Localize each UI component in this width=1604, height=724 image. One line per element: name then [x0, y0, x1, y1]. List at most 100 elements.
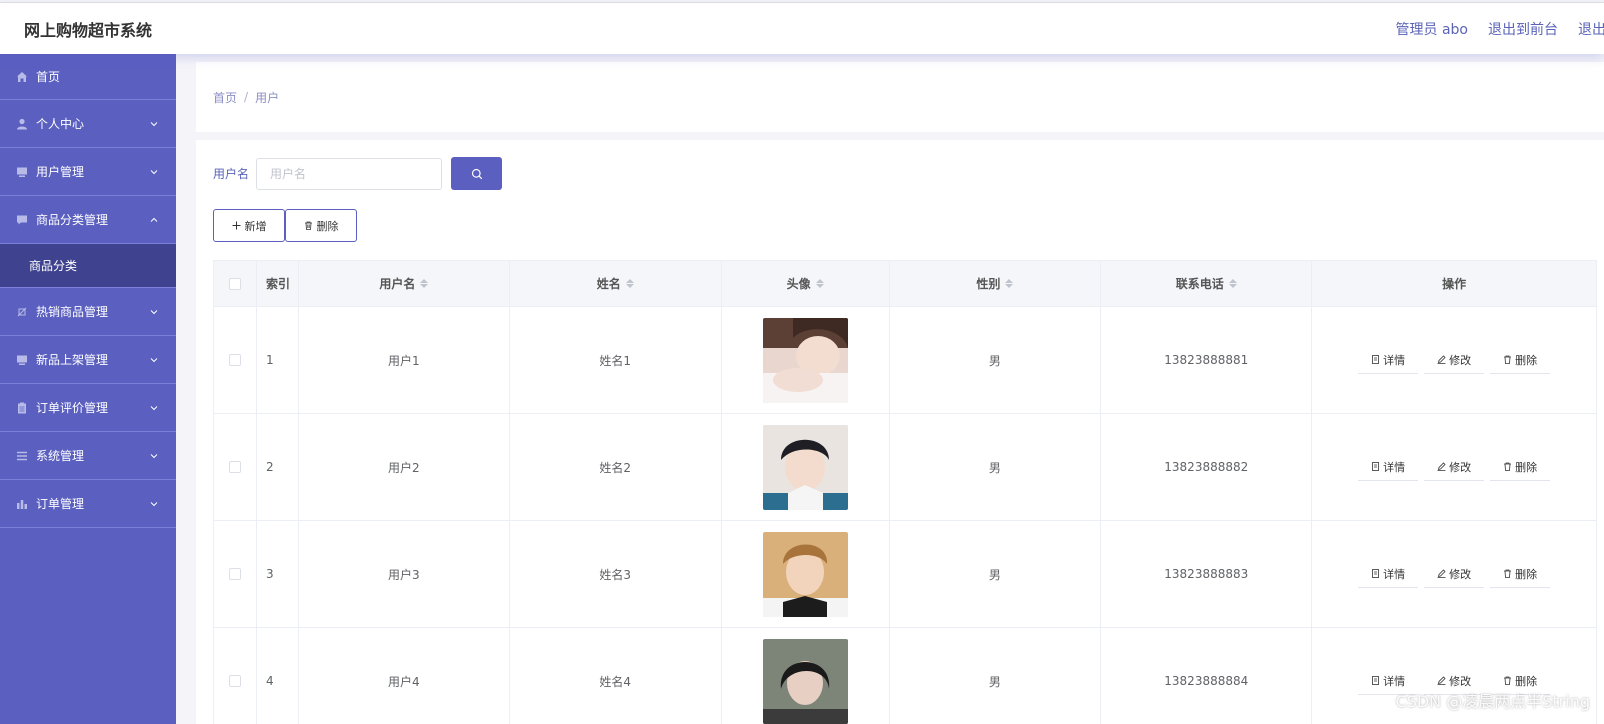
- edit-icon: [1437, 676, 1446, 685]
- trash-icon: [1504, 462, 1512, 471]
- row-avatar-cell: [722, 521, 890, 627]
- document-icon: [1372, 569, 1379, 578]
- row-name: 姓名1: [510, 307, 722, 413]
- sidebar-subitem-label: 商品分类: [29, 259, 78, 273]
- front-page-link[interactable]: 退出到前台: [1488, 19, 1558, 39]
- breadcrumb: 首页 / 用户: [196, 62, 1604, 132]
- row-avatar-cell: [722, 414, 890, 520]
- search-label: 用户名: [213, 167, 250, 181]
- sort-icon[interactable]: [1228, 279, 1237, 288]
- tag-icon: [16, 306, 28, 318]
- header-avatar[interactable]: 头像: [722, 261, 890, 306]
- row-checkbox-cell: [214, 521, 257, 627]
- header-gender[interactable]: 性别: [890, 261, 1102, 306]
- sidebar-item-category-management[interactable]: 商品分类管理: [0, 196, 176, 244]
- sidebar-item-orders[interactable]: 订单管理: [0, 480, 176, 528]
- row-phone: 13823888884: [1101, 628, 1313, 724]
- delete-button[interactable]: 删除: [1490, 453, 1551, 481]
- row-index: 4: [257, 628, 299, 724]
- home-icon: [16, 71, 28, 83]
- header-index: 索引: [257, 261, 299, 306]
- add-button[interactable]: 新增: [213, 209, 285, 242]
- sort-icon[interactable]: [420, 279, 429, 288]
- sort-icon[interactable]: [1005, 279, 1014, 288]
- row-checkbox[interactable]: [228, 675, 241, 687]
- breadcrumb-separator: /: [244, 90, 249, 104]
- add-button-label: 新增: [244, 219, 267, 233]
- row-operations: 详情 修改 删除: [1312, 307, 1597, 413]
- row-operations: 详情 修改 删除: [1312, 521, 1597, 627]
- sidebar-item-personal-center[interactable]: 个人中心: [0, 100, 176, 148]
- chevron-down-icon: [150, 357, 158, 362]
- edit-label: 修改: [1449, 674, 1472, 688]
- clipboard-icon: [16, 402, 28, 414]
- avatar[interactable]: [762, 317, 848, 403]
- edit-button[interactable]: 修改: [1424, 346, 1485, 374]
- sidebar-item-hot-products[interactable]: 热销商品管理: [0, 288, 176, 336]
- sidebar-item-order-review[interactable]: 订单评价管理: [0, 384, 176, 432]
- table-row: 1 用户1 姓名1 男 13823888881 详情 修改 删除: [214, 307, 1597, 414]
- admin-user-link[interactable]: 管理员 abo: [1396, 19, 1468, 39]
- row-checkbox[interactable]: [228, 461, 241, 473]
- trash-icon: [1504, 355, 1512, 364]
- chart-icon: [16, 498, 28, 510]
- row-avatar-cell: [722, 307, 890, 413]
- sidebar-item-new-products[interactable]: 新品上架管理: [0, 336, 176, 384]
- row-checkbox[interactable]: [228, 354, 241, 366]
- app-title: 网上购物超市系统: [24, 20, 153, 40]
- avatar[interactable]: [762, 424, 848, 510]
- chevron-up-icon: [150, 217, 158, 222]
- avatar[interactable]: [762, 531, 848, 617]
- row-name: 姓名3: [510, 521, 722, 627]
- row-username: 用户4: [299, 628, 510, 724]
- sidebar-item-label: 热销商品管理: [36, 305, 109, 319]
- chevron-down-icon: [150, 309, 158, 314]
- sidebar-item-label: 订单评价管理: [36, 401, 109, 415]
- search-input[interactable]: [256, 157, 443, 190]
- header-links: 管理员 abo 退出到前台 退出登录: [1396, 19, 1604, 39]
- sidebar-item-user-management[interactable]: 用户管理: [0, 148, 176, 196]
- delete-button[interactable]: 删除: [1490, 346, 1551, 374]
- sidebar-item-label: 系统管理: [36, 449, 85, 463]
- detail-button[interactable]: 详情: [1358, 453, 1419, 481]
- action-row: 新增 删除: [213, 209, 357, 242]
- row-phone: 13823888882: [1101, 414, 1313, 520]
- header-name[interactable]: 姓名: [510, 261, 722, 306]
- edit-label: 修改: [1449, 567, 1472, 581]
- select-all-checkbox[interactable]: [228, 277, 241, 290]
- row-index: 3: [257, 521, 299, 627]
- detail-label: 详情: [1383, 567, 1406, 581]
- row-avatar-cell: [722, 628, 890, 724]
- batch-delete-label: 删除: [316, 219, 339, 233]
- batch-delete-button[interactable]: 删除: [285, 209, 357, 242]
- detail-button[interactable]: 详情: [1358, 560, 1419, 588]
- row-checkbox-cell: [214, 628, 257, 724]
- row-checkbox[interactable]: [228, 568, 241, 580]
- edit-button[interactable]: 修改: [1424, 453, 1485, 481]
- header-phone[interactable]: 联系电话: [1101, 261, 1313, 306]
- edit-icon: [1437, 355, 1446, 364]
- delete-button[interactable]: 删除: [1490, 560, 1551, 588]
- row-operations: 详情 修改 删除: [1312, 414, 1597, 520]
- top-header: 网上购物超市系统 管理员 abo 退出到前台 退出登录: [0, 2, 1604, 54]
- trash-icon: [304, 221, 312, 230]
- delete-label: 删除: [1515, 674, 1538, 688]
- sort-icon[interactable]: [625, 279, 634, 288]
- sidebar-subitem-category[interactable]: 商品分类: [0, 244, 176, 288]
- edit-icon: [1437, 462, 1446, 471]
- sidebar-item-home[interactable]: 首页: [0, 54, 176, 100]
- sidebar-item-label: 新品上架管理: [36, 353, 109, 367]
- sidebar-item-system[interactable]: 系统管理: [0, 432, 176, 480]
- detail-button[interactable]: 详情: [1358, 346, 1419, 374]
- breadcrumb-home[interactable]: 首页: [213, 89, 237, 106]
- row-name: 姓名2: [510, 414, 722, 520]
- header-username[interactable]: 用户名: [299, 261, 510, 306]
- search-button[interactable]: [451, 157, 503, 190]
- breadcrumb-current: 用户: [255, 90, 280, 105]
- sort-icon[interactable]: [815, 279, 824, 288]
- edit-button[interactable]: 修改: [1424, 560, 1485, 588]
- logout-link[interactable]: 退出登录: [1578, 19, 1604, 39]
- delete-label: 删除: [1515, 353, 1538, 367]
- sidebar-item-label: 个人中心: [36, 117, 85, 131]
- avatar[interactable]: [762, 638, 848, 724]
